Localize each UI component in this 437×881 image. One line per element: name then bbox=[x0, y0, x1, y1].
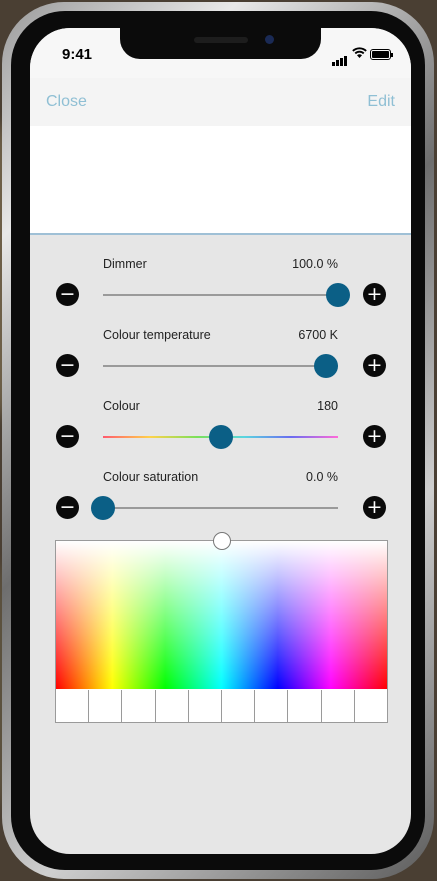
notch bbox=[120, 28, 321, 59]
colour-temperature-increase-button[interactable]: + bbox=[363, 354, 386, 377]
colour-picker bbox=[55, 532, 388, 723]
colour-saturation-label: Colour saturation bbox=[103, 470, 199, 484]
colour-temperature-label: Colour temperature bbox=[103, 328, 211, 342]
dimmer-control: Dimmer 100.0 % − + bbox=[30, 257, 411, 329]
colour-swatch[interactable] bbox=[187, 690, 222, 722]
colour-swatch[interactable] bbox=[320, 690, 354, 722]
colour-decrease-button[interactable]: − bbox=[56, 425, 79, 448]
dimmer-decrease-button[interactable]: − bbox=[56, 283, 79, 306]
app-screen: 9:41 Close Edit Dimmer 100.0 % − + Colou… bbox=[30, 28, 411, 854]
front-camera bbox=[265, 35, 274, 44]
colour-swatch[interactable] bbox=[287, 690, 321, 722]
colour-label: Colour bbox=[103, 399, 140, 413]
dimmer-slider-track[interactable] bbox=[103, 294, 338, 296]
edit-button[interactable]: Edit bbox=[367, 93, 395, 111]
colour-swatch[interactable] bbox=[121, 690, 155, 722]
dimmer-increase-button[interactable]: + bbox=[363, 283, 386, 306]
colour-swatch[interactable] bbox=[254, 690, 288, 722]
colour-picker-cursor[interactable] bbox=[212, 532, 231, 550]
cellular-signal-icon bbox=[332, 48, 348, 66]
status-time: 9:41 bbox=[62, 46, 93, 63]
colour-increase-button[interactable]: + bbox=[363, 425, 386, 448]
dimmer-value: 100.0 % bbox=[292, 257, 338, 271]
colour-slider-thumb[interactable] bbox=[208, 425, 233, 449]
colour-swatch[interactable] bbox=[56, 690, 89, 722]
wifi-icon bbox=[352, 47, 367, 58]
colour-temperature-value: 6700 K bbox=[298, 328, 338, 342]
colour-temperature-control: Colour temperature 6700 K − + bbox=[30, 328, 411, 400]
colour-value: 180 bbox=[317, 399, 338, 413]
colour-control: Colour 180 − + bbox=[30, 399, 411, 471]
navigation-bar: Close Edit bbox=[30, 78, 411, 126]
colour-swatches bbox=[56, 690, 388, 722]
colour-saturation-decrease-button[interactable]: − bbox=[56, 496, 79, 519]
close-button[interactable]: Close bbox=[46, 93, 87, 111]
colour-temperature-slider-track[interactable] bbox=[103, 365, 338, 367]
colour-saturation-slider-thumb[interactable] bbox=[91, 496, 115, 520]
dimmer-slider-thumb[interactable] bbox=[326, 283, 350, 307]
colour-saturation-value: 0.0 % bbox=[306, 470, 338, 484]
light-preview-area bbox=[30, 126, 411, 235]
colour-swatch[interactable] bbox=[88, 690, 122, 722]
dimmer-label: Dimmer bbox=[103, 257, 147, 271]
battery-icon bbox=[370, 49, 393, 60]
colour-saturation-slider-track[interactable] bbox=[103, 507, 338, 509]
colour-swatch[interactable] bbox=[154, 690, 188, 722]
colour-spectrum[interactable] bbox=[56, 541, 387, 689]
colour-temperature-slider-thumb[interactable] bbox=[314, 354, 339, 378]
colour-temperature-decrease-button[interactable]: − bbox=[56, 354, 79, 377]
speaker-grille bbox=[194, 37, 248, 43]
colour-swatch[interactable] bbox=[353, 690, 388, 722]
colour-swatch[interactable] bbox=[221, 690, 255, 722]
colour-saturation-increase-button[interactable]: + bbox=[363, 496, 386, 519]
